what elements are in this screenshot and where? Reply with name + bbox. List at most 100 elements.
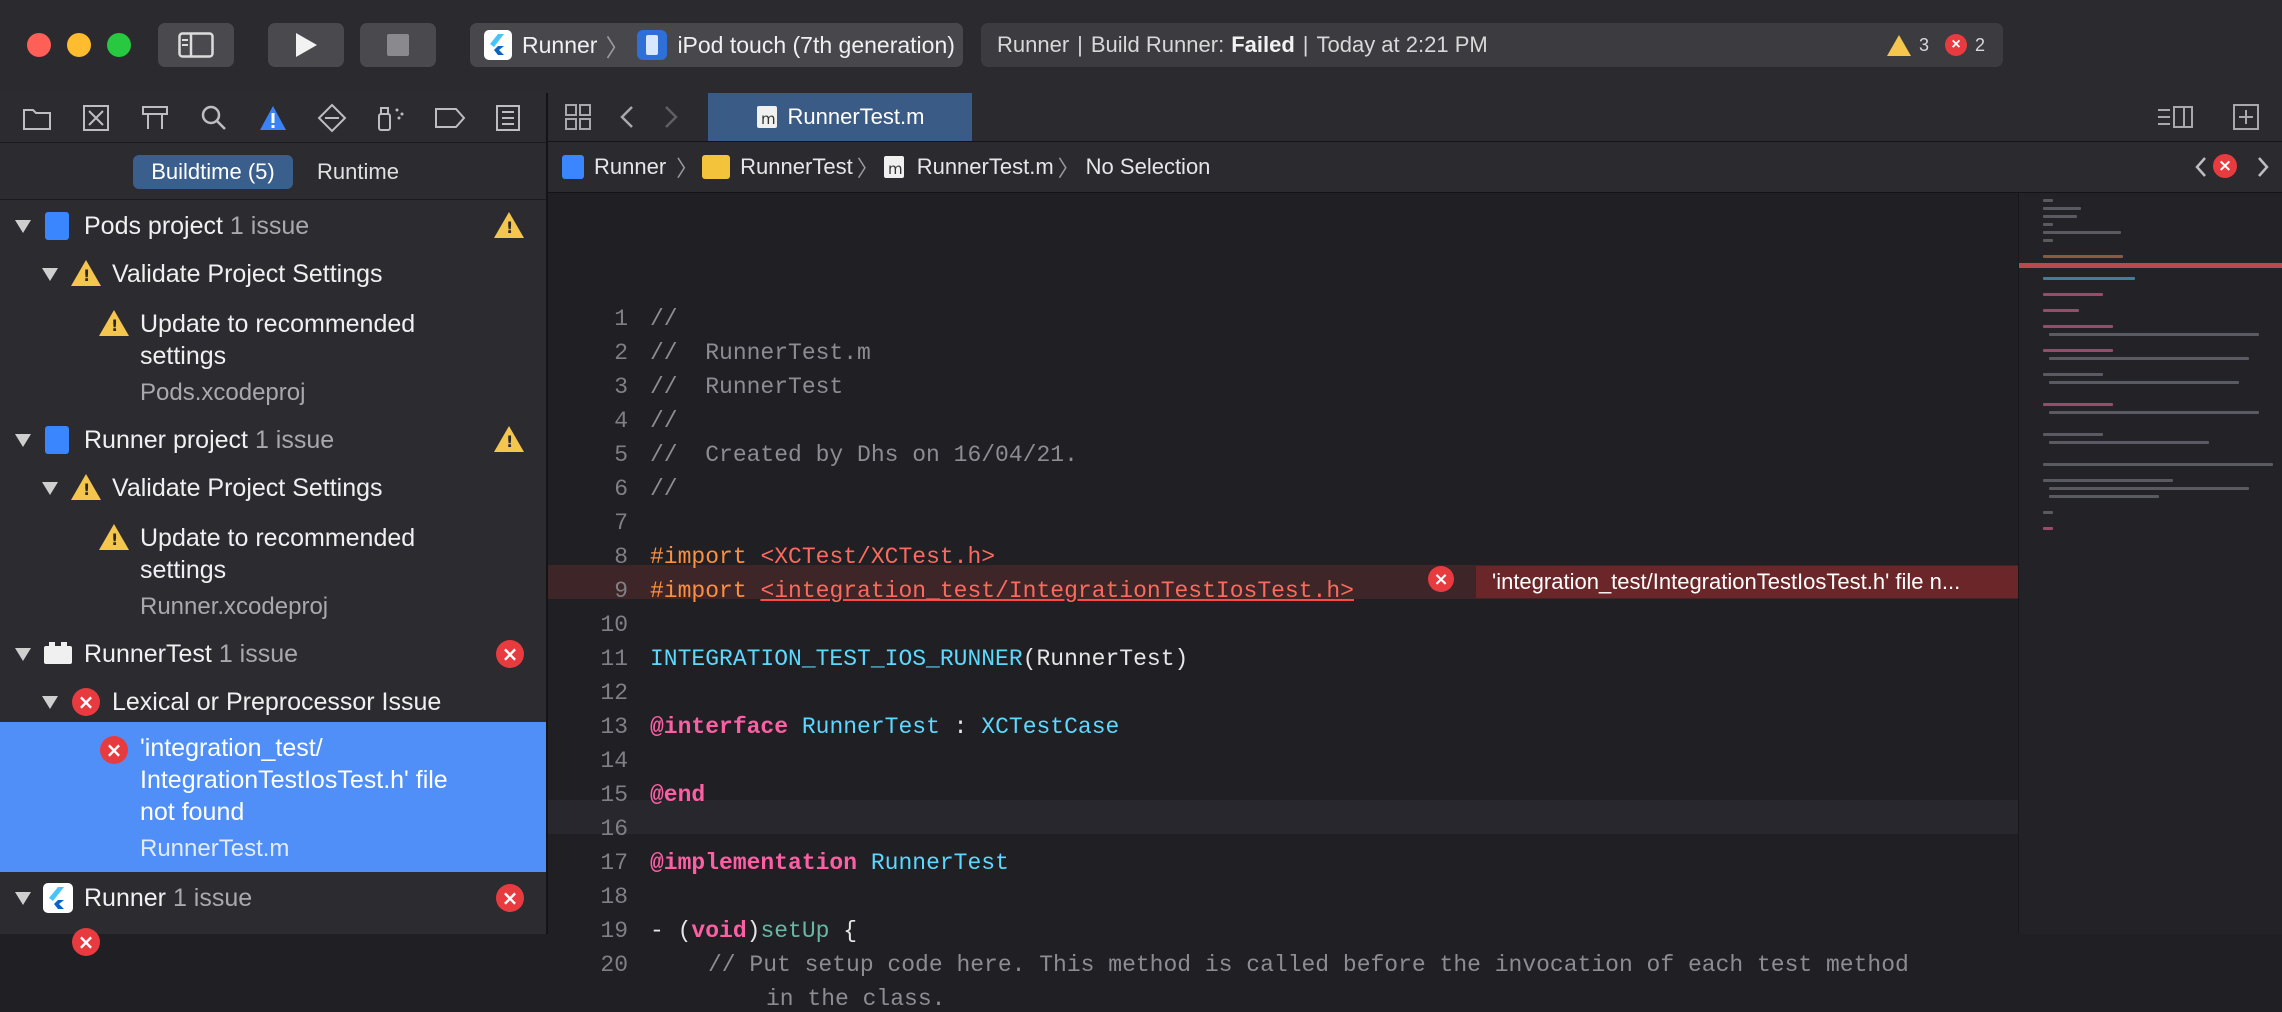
breadcrumb-project[interactable]: Runner — [594, 154, 666, 180]
disclosure-triangle-icon[interactable] — [15, 648, 31, 661]
disclosure-triangle-icon[interactable] — [42, 268, 58, 281]
tab-buildtime[interactable]: Buildtime (5) — [133, 155, 293, 189]
close-window-button[interactable] — [27, 33, 51, 57]
issue-group-runner-project[interactable]: Runner project 1 issue ! — [0, 417, 546, 463]
activity-viewer[interactable]: Runner | Build Runner: Failed | Today at… — [981, 23, 2003, 67]
code-line-3: // RunnerTest — [650, 374, 844, 400]
current-line-highlight — [548, 800, 2018, 834]
code-token: ) — [746, 918, 761, 944]
symbol-navigator-tab[interactable] — [135, 98, 175, 138]
line-number: 4 — [614, 408, 628, 434]
source-control-icon — [83, 104, 110, 131]
editor-options-icon[interactable] — [2156, 105, 2194, 129]
code-area[interactable]: 1 2 3 4 5 6 7 8 9 10 11 12 13 14 15 16 1… — [548, 193, 2018, 1012]
project-navigator-tab[interactable] — [17, 98, 57, 138]
breadcrumb-group[interactable]: RunnerTest — [740, 154, 853, 180]
superclass-name: XCTestCase — [981, 714, 1120, 740]
line-number: 2 — [614, 340, 628, 366]
line-number: 12 — [600, 680, 628, 706]
tab-runnertest-m[interactable]: m RunnerTest.m — [708, 93, 972, 141]
line-number: 1 — [614, 306, 628, 332]
disclosure-triangle-icon[interactable] — [15, 892, 31, 905]
next-issue-icon[interactable] — [2256, 156, 2270, 178]
code-line-15: @end — [650, 782, 706, 808]
line-number: 17 — [600, 850, 628, 876]
warning-icon: ! — [494, 212, 524, 238]
code-line-11: INTEGRATION_TEST_IOS_RUNNER(RunnerTest) — [650, 646, 1188, 672]
error-count[interactable]: 2 — [1975, 35, 1985, 56]
macro-arg: (RunnerTest) — [1022, 646, 1189, 672]
code-line-1: // — [650, 306, 678, 332]
breakpoint-navigator-tab[interactable] — [430, 98, 470, 138]
line-number: 6 — [614, 476, 628, 502]
line-number: 3 — [614, 374, 628, 400]
source-control-navigator-tab[interactable] — [76, 98, 116, 138]
report-navigator-tab[interactable] — [488, 98, 528, 138]
error-icon: × — [72, 688, 100, 716]
scheme-device-label: iPod touch (7th generation) — [677, 31, 955, 58]
chevron-right-icon: 〉 — [856, 156, 879, 181]
issue-item[interactable]: ! Update to recommended settings Pods.xc… — [0, 300, 546, 406]
code-line-17: @implementation RunnerTest — [650, 850, 1009, 876]
issue-category-row[interactable]: × Lexical or Preprocessor Issue — [0, 679, 546, 725]
chevron-right-icon: 〉 — [605, 34, 630, 62]
tab-runtime[interactable]: Runtime — [303, 155, 413, 189]
run-button[interactable] — [268, 23, 344, 67]
keyword: void — [691, 918, 747, 944]
issue-file: Pods.xcodeproj — [140, 379, 306, 406]
issue-item-selected[interactable]: × 'integration_test/ IntegrationTestIosT… — [0, 722, 546, 872]
issue-category-row[interactable]: ! Validate Project Settings — [0, 251, 546, 297]
code-line-20: // Put setup code here. This method is c… — [708, 952, 1909, 978]
previous-issue-icon[interactable] — [2194, 156, 2208, 178]
sidebar-icon — [178, 32, 214, 58]
issue-item[interactable]: ! Update to recommended settings Runner.… — [0, 514, 546, 620]
editor-tab-bar: m RunnerTest.m — [548, 93, 2282, 142]
folder-icon — [702, 155, 731, 179]
group-issue-count: 1 issue — [172, 884, 253, 912]
issue-navigator-tab[interactable] — [253, 98, 293, 138]
hierarchy-icon — [142, 105, 169, 129]
scheme-selector[interactable]: Runner 〉 iPod touch (7th generation) — [470, 23, 963, 67]
find-navigator-tab[interactable] — [194, 98, 234, 138]
inline-error-icon[interactable]: × — [1428, 566, 1454, 592]
issue-message-line2: IntegrationTestIosTest.h' file — [140, 766, 448, 794]
disclosure-triangle-icon[interactable] — [42, 482, 58, 495]
disclosure-triangle-icon[interactable] — [42, 696, 58, 709]
issue-group-runnertest[interactable]: RunnerTest 1 issue × — [0, 631, 546, 677]
forward-chevron-icon[interactable] — [662, 105, 680, 129]
line-number: 15 — [600, 782, 628, 808]
warning-icon — [1886, 34, 1911, 56]
add-editor-icon[interactable] — [2232, 103, 2260, 131]
test-bundle-icon — [44, 642, 72, 664]
minimize-window-button[interactable] — [67, 33, 91, 57]
class-name: RunnerTest — [801, 714, 940, 740]
test-navigator-tab[interactable] — [312, 98, 352, 138]
related-items-grid-icon[interactable] — [564, 103, 592, 131]
disclosure-triangle-icon[interactable] — [15, 220, 31, 233]
line-number: 16 — [600, 816, 628, 842]
activity-project: Runner — [997, 32, 1070, 57]
issue-message-line2: settings — [140, 556, 227, 584]
minimap-error-marker — [2019, 263, 2282, 268]
issue-group-runner[interactable]: Runner 1 issue × — [0, 875, 546, 921]
import-directive: #import — [650, 544, 747, 570]
minimap[interactable] — [2018, 193, 2282, 934]
stop-button[interactable] — [360, 23, 436, 67]
breadcrumb-file[interactable]: RunnerTest.m — [917, 154, 1054, 180]
zoom-window-button[interactable] — [107, 33, 131, 57]
debug-navigator-tab[interactable] — [371, 98, 411, 138]
breadcrumb-selection[interactable]: No Selection — [1086, 154, 1211, 180]
toggle-navigator-button[interactable] — [158, 23, 234, 67]
back-chevron-icon[interactable] — [618, 105, 636, 129]
inline-error-message[interactable]: 'integration_test/IntegrationTestIosTest… — [1476, 566, 2018, 598]
warning-count[interactable]: 3 — [1919, 35, 1929, 56]
group-name: Runner project — [84, 426, 248, 454]
issue-indicator-icon[interactable]: × — [2213, 154, 2237, 178]
warning-icon: ! — [71, 474, 101, 500]
line-number: 9 — [614, 578, 628, 604]
issue-group-pods-project[interactable]: Pods project 1 issue ! — [0, 203, 546, 249]
import-path-error: <integration_test/IntegrationTestIosTest… — [760, 578, 1354, 604]
issue-category-row[interactable]: ! Validate Project Settings — [0, 465, 546, 511]
disclosure-triangle-icon[interactable] — [15, 434, 31, 447]
code-line-2: // RunnerTest.m — [650, 340, 871, 366]
